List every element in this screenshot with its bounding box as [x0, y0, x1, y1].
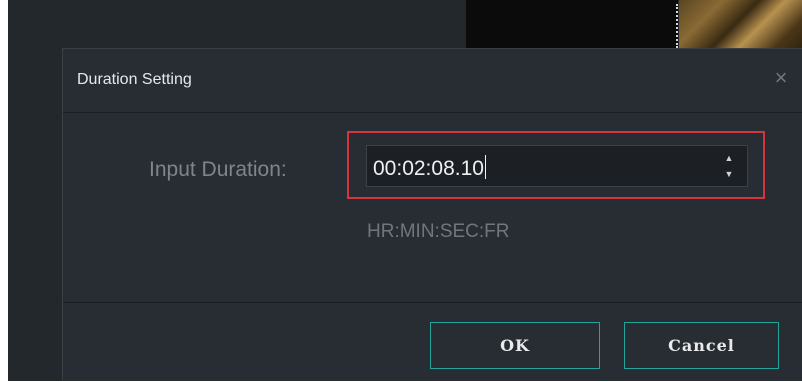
duration-format-hint: HR:MIN:SEC:FR — [367, 221, 510, 242]
input-duration-label: Input Duration: — [149, 158, 287, 181]
dialog-body: Input Duration: 00:02:08.10 ▲ ▼ HR:MIN:S… — [63, 113, 802, 303]
dialog-header: Duration Setting × — [63, 49, 802, 113]
text-caret — [484, 155, 486, 179]
duration-input[interactable]: 00:02:08.10 ▲ ▼ — [366, 145, 748, 187]
preview-frame-black — [466, 0, 678, 48]
preview-divider — [676, 4, 678, 48]
spin-down-icon[interactable]: ▼ — [723, 168, 735, 180]
ok-button[interactable]: OK — [430, 322, 600, 369]
duration-setting-dialog: Duration Setting × Input Duration: 00:02… — [62, 48, 802, 381]
cancel-button[interactable]: Cancel — [624, 322, 779, 369]
dialog-footer: OK Cancel — [63, 303, 802, 382]
duration-highlight-box: 00:02:08.10 ▲ ▼ — [347, 131, 765, 199]
preview-thumbnail — [679, 0, 802, 48]
duration-value-text: 00:02:08.10 — [373, 157, 484, 180]
dialog-title: Duration Setting — [77, 71, 192, 88]
duration-value[interactable]: 00:02:08.10 — [373, 155, 486, 181]
close-icon[interactable]: × — [770, 67, 792, 89]
spin-up-icon[interactable]: ▲ — [723, 152, 735, 164]
